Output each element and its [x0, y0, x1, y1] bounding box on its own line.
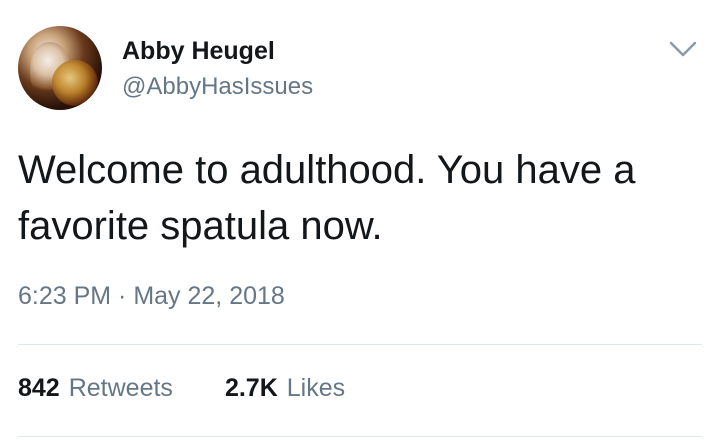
tweet-text: Welcome to adulthood. You have a favorit… — [18, 148, 636, 248]
tweet-menu-button[interactable] — [666, 36, 700, 62]
tweet-stats: 842 Retweets 2.7K Likes — [18, 373, 345, 407]
likes-stat[interactable]: 2.7K Likes — [225, 373, 345, 403]
tweet-card: Abby Heugel @AbbyHasIssues Welcome to ad… — [0, 0, 720, 443]
tweet-timestamp[interactable]: 6:23 PM · May 22, 2018 — [18, 281, 285, 311]
retweets-stat[interactable]: 842 Retweets — [18, 373, 173, 403]
retweets-count: 842 — [18, 374, 60, 402]
likes-label: Likes — [286, 374, 346, 402]
avatar-image-part — [52, 60, 98, 106]
user-handle[interactable]: @AbbyHasIssues — [122, 73, 313, 101]
divider — [18, 436, 702, 437]
chevron-down-icon — [669, 41, 697, 57]
likes-count: 2.7K — [224, 374, 278, 402]
divider — [18, 344, 702, 345]
retweets-label: Retweets — [68, 374, 173, 402]
avatar[interactable] — [18, 26, 102, 110]
display-name[interactable]: Abby Heugel — [122, 37, 275, 65]
